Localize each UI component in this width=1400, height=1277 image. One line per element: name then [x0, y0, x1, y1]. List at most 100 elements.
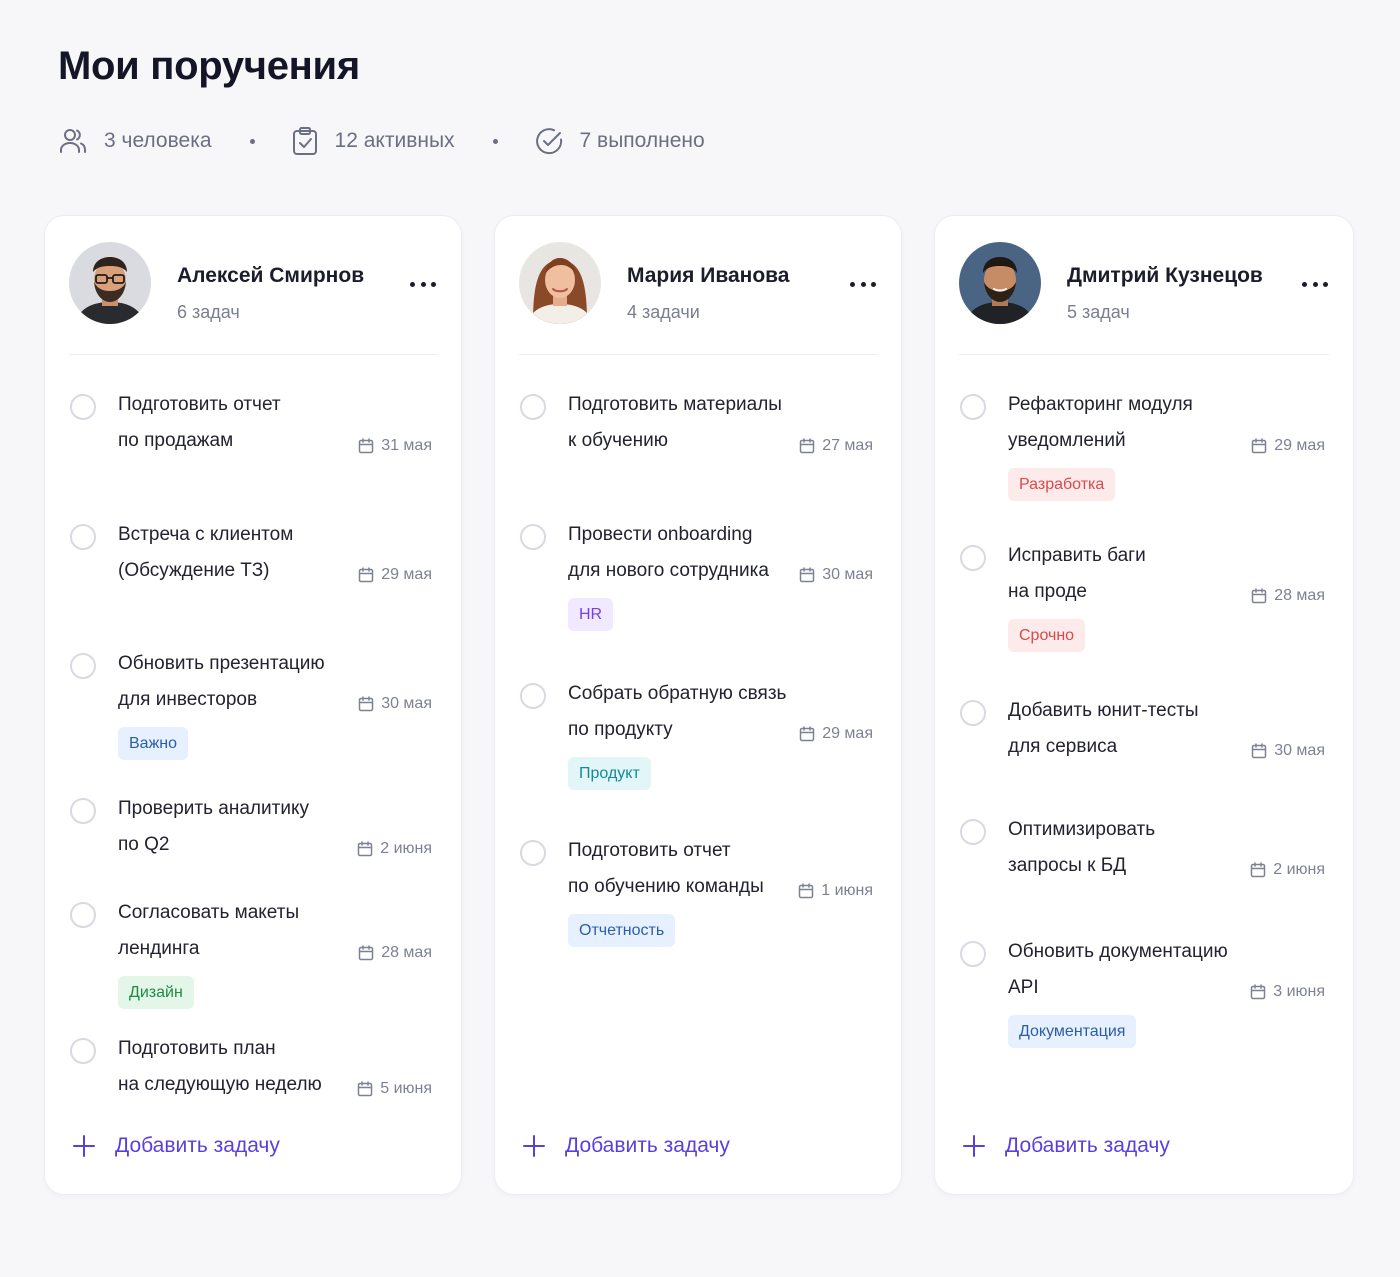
- task-title: Подготовить план: [118, 1038, 276, 1059]
- task-tag[interactable]: Срочно: [1008, 619, 1086, 652]
- task-checkbox[interactable]: [960, 394, 986, 420]
- calendar-icon: [799, 567, 822, 583]
- stat-people: 3 человека: [58, 126, 212, 156]
- stat-people-text: 3 человека: [104, 129, 212, 152]
- task-item[interactable]: Подготовить материалы к обучению 27 мая: [495, 390, 901, 470]
- task-item[interactable]: Подготовить отчет по продажам 31 мая: [45, 390, 461, 470]
- task-item[interactable]: Исправить баги на проде 28 мая Срочно: [935, 541, 1353, 661]
- due-date-text: 29 мая: [1274, 437, 1325, 454]
- task-tag[interactable]: Разработка: [1008, 468, 1116, 501]
- task-title: Исправить баги: [1008, 545, 1146, 566]
- due-date: 30 мая: [358, 695, 432, 713]
- calendar-icon: [357, 1081, 380, 1097]
- stat-active: 12 активных: [291, 126, 455, 156]
- task-checkbox[interactable]: [960, 545, 986, 571]
- task-title-continued: для нового сотрудника: [568, 560, 769, 581]
- task-item[interactable]: Оптимизировать запросы к БД 2 июня: [935, 815, 1353, 895]
- due-date-text: 5 июня: [380, 1080, 432, 1097]
- task-tag[interactable]: Отчетность: [568, 914, 676, 947]
- task-checkbox[interactable]: [520, 524, 546, 550]
- task-checkbox[interactable]: [70, 1038, 96, 1064]
- task-checkbox[interactable]: [520, 394, 546, 420]
- task-tag[interactable]: HR: [568, 598, 614, 631]
- due-date-text: 3 июня: [1273, 983, 1325, 1000]
- task-checkbox[interactable]: [70, 798, 96, 824]
- task-title-continued: API: [1008, 977, 1039, 998]
- due-date: 2 июня: [1250, 861, 1325, 879]
- task-checkbox[interactable]: [520, 840, 546, 866]
- task-title: Рефакторинг модуля: [1008, 394, 1193, 415]
- task-checkbox[interactable]: [960, 941, 986, 967]
- due-date-text: 31 мая: [381, 437, 432, 454]
- due-date: 1 июня: [798, 882, 873, 900]
- calendar-icon: [1250, 862, 1273, 878]
- calendar-icon: [1251, 588, 1274, 604]
- add-task-button[interactable]: Добавить задачу: [73, 1134, 280, 1158]
- task-checkbox[interactable]: [520, 683, 546, 709]
- task-checkbox[interactable]: [70, 653, 96, 679]
- task-item[interactable]: Подготовить план на следующую неделю 5 июн…: [45, 1034, 461, 1114]
- task-title-continued: по продажам: [118, 430, 234, 451]
- plus-icon: [963, 1135, 985, 1157]
- due-date: 28 мая: [358, 944, 432, 962]
- task-tag[interactable]: Документация: [1008, 1015, 1137, 1048]
- due-date: 30 мая: [1251, 742, 1325, 760]
- task-title-continued: для сервиса: [1008, 736, 1118, 757]
- task-tag[interactable]: Дизайн: [118, 976, 194, 1009]
- assignee-name: Мария Иванова: [627, 264, 790, 287]
- assignee-column: Дмитрий Кузнецов 5 задач Рефакторинг мод…: [934, 215, 1354, 1195]
- task-checkbox[interactable]: [70, 394, 96, 420]
- circle-check-icon: [534, 126, 564, 156]
- task-title-continued: на следующую неделю: [118, 1074, 322, 1095]
- task-checkbox[interactable]: [70, 902, 96, 928]
- separator-dot: [492, 138, 498, 144]
- assignee-name: Алексей Смирнов: [177, 264, 365, 287]
- due-date-text: 30 мая: [381, 695, 432, 712]
- add-task-label: Добавить задачу: [1005, 1134, 1170, 1157]
- task-tag[interactable]: Продукт: [568, 757, 651, 790]
- task-item[interactable]: Рефакторинг модуля уведомлений 29 мая Разра…: [935, 390, 1353, 510]
- column-header: Алексей Смирнов 6 задач: [45, 216, 461, 356]
- add-task-button[interactable]: Добавить задачу: [963, 1134, 1170, 1158]
- more-options-button[interactable]: [1299, 272, 1331, 296]
- task-item[interactable]: Встреча с клиентом (Обсуждение ТЗ) 29 мая: [45, 520, 461, 600]
- task-item[interactable]: Добавить юнит-тесты для сервиса 30 мая: [935, 696, 1353, 776]
- task-item[interactable]: Провести onboarding для нового сотрудника…: [495, 520, 901, 640]
- more-options-button[interactable]: [847, 272, 879, 296]
- task-title: Обновить документацию: [1008, 941, 1228, 962]
- task-item[interactable]: Обновить презентацию для инвесторов 30 мая…: [45, 649, 461, 769]
- task-item[interactable]: Подготовить отчет по обучению команды 1 ию…: [495, 836, 901, 956]
- users-icon: [58, 126, 88, 156]
- task-title-continued: лендинга: [118, 938, 200, 959]
- task-title-continued: запросы к БД: [1008, 855, 1127, 876]
- task-item[interactable]: Собрать обратную связь по продукту 29 мая П…: [495, 679, 901, 799]
- more-options-button[interactable]: [407, 272, 439, 296]
- task-checkbox[interactable]: [960, 819, 986, 845]
- stat-done: 7 выполнено: [534, 126, 705, 156]
- task-checkbox[interactable]: [70, 524, 96, 550]
- task-item[interactable]: Обновить документацию API 3 июня Документац…: [935, 937, 1353, 1057]
- page-title: Мои поручения: [58, 44, 360, 88]
- column-header: Дмитрий Кузнецов 5 задач: [935, 216, 1353, 356]
- task-count: 5 задач: [1067, 302, 1130, 322]
- task-item[interactable]: Проверить аналитику по Q2 2 июня: [45, 794, 461, 874]
- task-title-continued: к обучению: [568, 430, 668, 451]
- task-title: Добавить юнит-тесты: [1008, 700, 1199, 721]
- due-date-text: 1 июня: [821, 882, 873, 899]
- task-checkbox[interactable]: [960, 700, 986, 726]
- task-tag[interactable]: Важно: [118, 727, 189, 760]
- calendar-icon: [358, 438, 381, 454]
- task-title: Подготовить отчет: [568, 840, 731, 861]
- due-date: 5 июня: [357, 1080, 432, 1098]
- divider: [959, 354, 1329, 355]
- calendar-icon: [798, 883, 821, 899]
- assignee-column: Алексей Смирнов 6 задач Подготовить отче…: [44, 215, 462, 1195]
- task-item[interactable]: Согласовать макеты лендинга 28 мая Дизайн: [45, 898, 461, 1018]
- due-date: 27 мая: [799, 437, 873, 455]
- plus-icon: [523, 1135, 545, 1157]
- due-date-text: 28 мая: [381, 944, 432, 961]
- summary-stats: 3 человека 12 активных 7 выполнено: [58, 124, 705, 158]
- task-title-continued: для инвесторов: [118, 689, 258, 710]
- add-task-button[interactable]: Добавить задачу: [523, 1134, 730, 1158]
- add-task-label: Добавить задачу: [115, 1134, 280, 1157]
